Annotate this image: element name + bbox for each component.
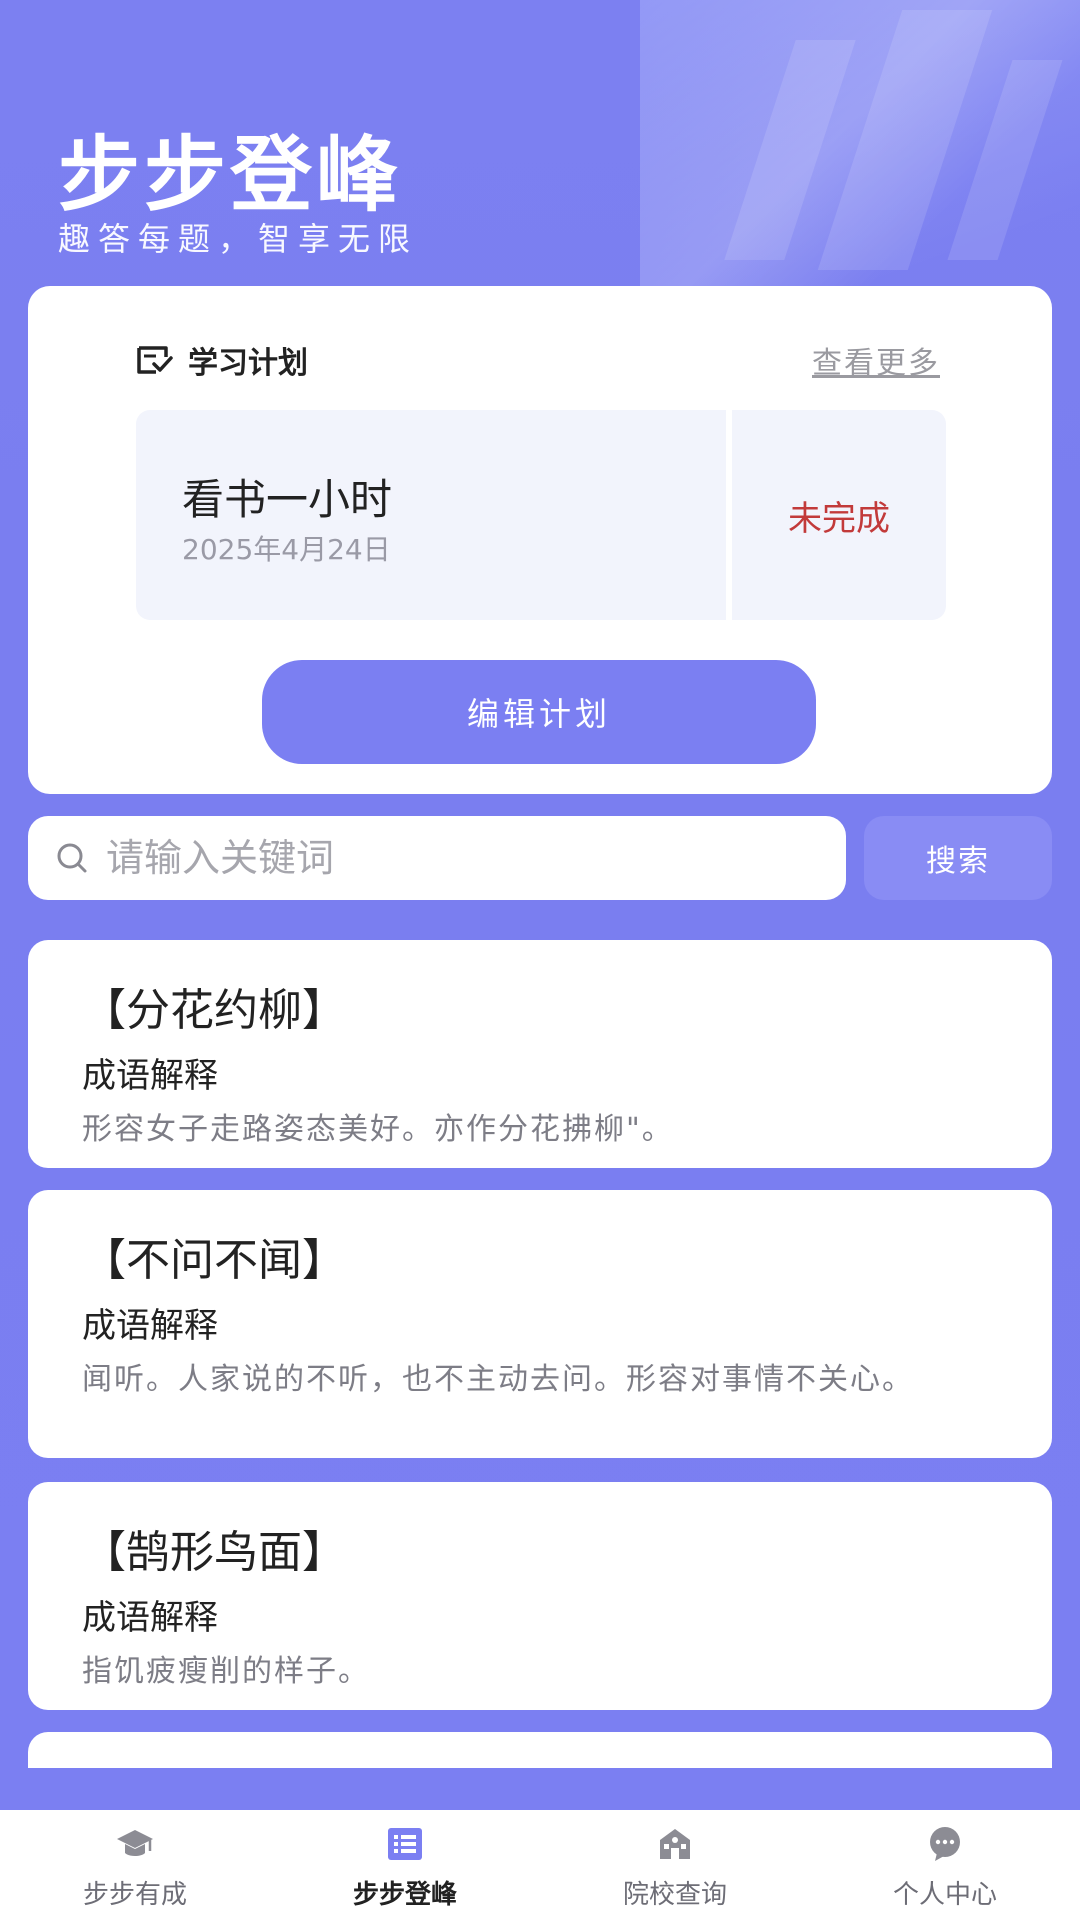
tab-school-search[interactable]: 院校查询 <box>540 1810 810 1920</box>
idiom-subtitle: 成语解释 <box>82 1306 218 1346</box>
search-bar <box>28 816 846 900</box>
header-decoration <box>640 0 1080 300</box>
plan-status-badge: 未完成 <box>788 498 890 539</box>
page-subtitle: 趣答每题，智享无限 <box>58 220 419 258</box>
view-more-link[interactable]: 查看更多 <box>812 338 940 382</box>
tab-label: 院校查询 <box>622 1880 727 1910</box>
edit-plan-button[interactable]: 编辑计划 <box>262 660 816 764</box>
plan-task-date: 2025年4月24日 <box>182 533 391 566</box>
tab-label: 步步登峰 <box>352 1880 457 1910</box>
search-icon <box>57 843 87 873</box>
idiom-card[interactable]: 【分花约柳】 成语解释 形容女子走路姿态美好。亦作分花拂柳"。 <box>28 940 1052 1168</box>
tab-label: 步步有成 <box>82 1880 187 1910</box>
graduation-cap-icon <box>117 1830 153 1856</box>
idiom-subtitle: 成语解释 <box>82 1598 218 1638</box>
search-button[interactable]: 搜索 <box>864 816 1052 900</box>
idiom-description: 形容女子走路姿态美好。亦作分花拂柳"。 <box>82 1112 674 1147</box>
idiom-description: 闻听。人家说的不听，也不主动去问。形容对事情不关心。 <box>82 1362 914 1397</box>
calendar-icon <box>137 346 173 374</box>
idiom-card[interactable]: 【不问不闻】 成语解释 闻听。人家说的不听，也不主动去问。形容对事情不关心。 <box>28 1190 1052 1458</box>
search-input[interactable] <box>104 835 808 881</box>
idiom-title: 【分花约柳】 <box>82 985 346 1036</box>
idiom-card-partial <box>28 1732 1052 1768</box>
idiom-description: 指饥疲瘦削的样子。 <box>82 1654 370 1689</box>
plan-task-title: 看书一小时 <box>182 475 393 524</box>
idiom-title: 【鹄形鸟面】 <box>82 1527 346 1578</box>
study-plan-header: 学习计划 <box>136 338 308 382</box>
tab-step-success[interactable]: 步步有成 <box>0 1810 270 1920</box>
idiom-card[interactable]: 【鹄形鸟面】 成语解释 指饥疲瘦削的样子。 <box>28 1482 1052 1710</box>
idiom-subtitle: 成语解释 <box>82 1056 218 1096</box>
list-icon <box>388 1828 422 1860</box>
study-plan-card: 学习计划 查看更多 看书一小时 2025年4月24日 未完成 编辑计划 <box>28 286 1052 794</box>
chat-bubble-icon <box>930 1827 960 1861</box>
tab-step-peak[interactable]: 步步登峰 <box>270 1810 540 1920</box>
plan-item[interactable]: 看书一小时 2025年4月24日 未完成 <box>136 410 946 620</box>
page-title: 步步登峰 <box>58 128 403 223</box>
study-plan-label: 学习计划 <box>188 346 308 381</box>
bottom-tab-bar: 步步有成 步步登峰 院校查询 个人中心 <box>0 1810 1080 1920</box>
idiom-title: 【不问不闻】 <box>82 1235 346 1286</box>
tab-personal-center[interactable]: 个人中心 <box>810 1810 1080 1920</box>
school-icon <box>660 1829 690 1859</box>
tab-label: 个人中心 <box>892 1880 997 1910</box>
